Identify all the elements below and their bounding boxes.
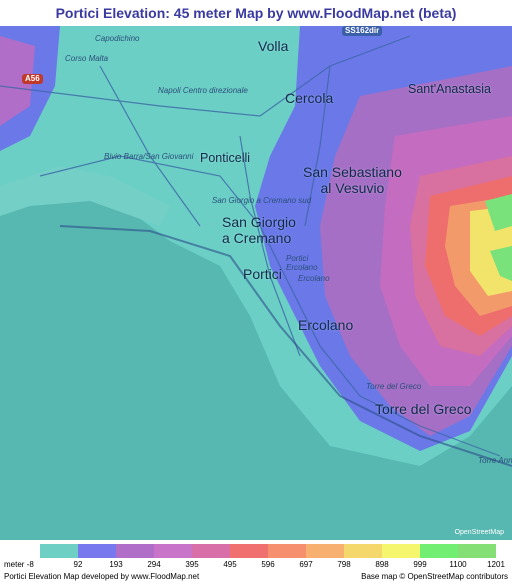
- road-label-torre-small: Torre del Greco: [366, 382, 422, 391]
- legend-tick: 495: [223, 560, 237, 569]
- road-label-capodichino: Capodichino: [95, 34, 140, 43]
- road-label-san-giorgio-sud: San Giorgio a Cremano sud: [212, 196, 312, 205]
- osm-badge: OpenStreetMap: [454, 529, 504, 536]
- legend-tick: 395: [185, 560, 199, 569]
- map-canvas: [0, 26, 512, 540]
- road-label-portici-ercolano: Portici Ercolano: [286, 254, 318, 272]
- place-ponticelli: Ponticelli: [200, 151, 251, 165]
- place-san-sebastiano: San Sebastiano al Vesuvio: [303, 164, 402, 196]
- legend-swatch: [420, 544, 458, 558]
- legend-swatch: [230, 544, 268, 558]
- legend-swatch: [78, 544, 116, 558]
- road-label-ercolano-small: Ercolano: [298, 274, 330, 283]
- legend-unit-label: meter -8: [4, 560, 34, 569]
- road-label-bivio-barra: Bivio Barra/San Giovanni: [104, 152, 194, 161]
- footer-attribution: Base map © OpenStreetMap contributors: [361, 572, 508, 581]
- legend-tick: 193: [109, 560, 123, 569]
- footer-credit: Portici Elevation Map developed by www.F…: [4, 572, 200, 581]
- legend-tick: 294: [147, 560, 161, 569]
- road-shield-a56: A56: [22, 74, 43, 84]
- place-ercolano: Ercolano: [298, 317, 354, 333]
- place-sant-anastasia: Sant'Anastasia: [408, 82, 491, 96]
- legend-tick: 798: [337, 560, 351, 569]
- legend-swatch: [382, 544, 420, 558]
- legend-tick: 697: [299, 560, 313, 569]
- legend-tick: 1201: [487, 560, 505, 569]
- road-label-corso-malta: Corso Malta: [65, 54, 109, 63]
- legend-tick: 92: [73, 560, 83, 569]
- legend-swatch: [116, 544, 154, 558]
- legend-tick: 999: [413, 560, 427, 569]
- road-label-torre-annunziata: Torre Ann: [478, 456, 512, 465]
- place-portici: Portici: [243, 266, 282, 282]
- legend-swatch: [458, 544, 496, 558]
- legend-swatch: [344, 544, 382, 558]
- road-shield-ss162: SS162dir: [342, 26, 383, 36]
- place-san-giorgio: San Giorgio a Cremano: [222, 214, 296, 246]
- map-title: Portici Elevation: 45 meter Map by www.F…: [55, 5, 457, 21]
- legend-swatch: [154, 544, 192, 558]
- legend-swatch: [40, 544, 78, 558]
- legend-tick: 596: [261, 560, 275, 569]
- legend-swatch: [306, 544, 344, 558]
- place-volla: Volla: [258, 38, 289, 54]
- elevation-map[interactable]: Volla Sant'Anastasia Cercola Ponticelli …: [0, 26, 512, 540]
- legend-swatch: [192, 544, 230, 558]
- legend-tick: 1100: [449, 560, 467, 569]
- legend-swatch: [268, 544, 306, 558]
- place-torre-del-greco: Torre del Greco: [375, 401, 472, 417]
- road-label-napoli-centro: Napoli Centro direzionale: [158, 86, 248, 95]
- place-cercola: Cercola: [285, 90, 334, 106]
- legend-tick: 898: [375, 560, 389, 569]
